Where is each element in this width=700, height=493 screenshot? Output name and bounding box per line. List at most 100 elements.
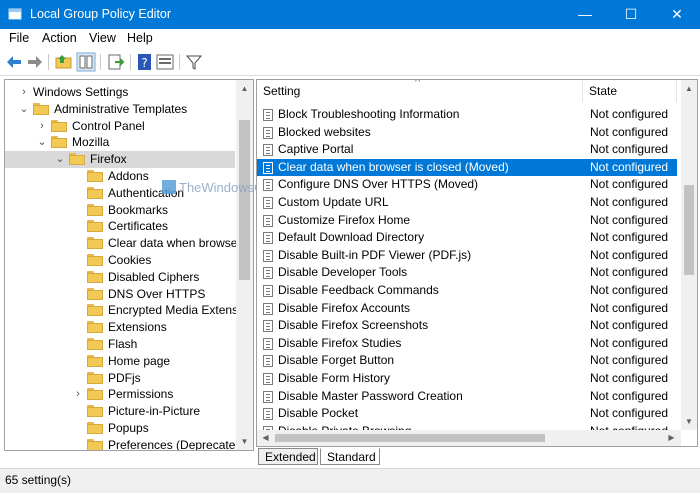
scroll-up-arrow-icon[interactable]: ▲ (236, 80, 253, 97)
tree-item-bookmarks[interactable]: Bookmarks (5, 202, 235, 219)
tree-item-home-page[interactable]: Home page (5, 353, 235, 370)
folder-body (87, 323, 103, 334)
folder-body (87, 172, 103, 182)
export-list-icon[interactable] (106, 52, 126, 72)
menu-file[interactable]: File (9, 31, 29, 45)
table-row[interactable]: Clear data when browser is closed (Moved… (257, 158, 677, 177)
tree-item-control-panel[interactable]: › Control Panel (5, 118, 235, 135)
tree-item-disabled-ciphers[interactable]: Disabled Ciphers (5, 269, 235, 286)
table-row[interactable]: Disable Firefox Studies Not configured (257, 335, 677, 353)
setting-state: Not configured (590, 247, 669, 262)
expand-chevron-icon[interactable]: ⌄ (37, 134, 47, 151)
list-horizontal-scrollbar[interactable]: ◀ ▶ (257, 430, 681, 446)
policy-setting-icon (263, 249, 273, 262)
tree-item-dns-over-https[interactable]: DNS Over HTTPS (5, 286, 235, 303)
table-row[interactable]: Disable Master Password Creation Not conf… (257, 388, 677, 406)
policy-setting-icon (263, 179, 273, 192)
maximize-button[interactable]: ☐ (608, 0, 654, 29)
scroll-down-arrow-icon[interactable]: ▼ (681, 413, 697, 430)
policy-setting-icon (263, 390, 273, 403)
scroll-up-arrow-icon[interactable]: ▲ (681, 80, 697, 97)
properties-icon[interactable] (155, 52, 175, 72)
minimize-button[interactable]: — (562, 0, 608, 29)
up-folder-icon[interactable] (54, 52, 74, 72)
table-row[interactable]: Disable Pocket Not configured (257, 405, 677, 423)
filter-icon[interactable] (184, 52, 204, 72)
menu-action[interactable]: Action (42, 31, 77, 45)
scroll-down-arrow-icon[interactable]: ▼ (236, 433, 253, 450)
title-bar: Local Group Policy Editor — ☐ ✕ (0, 0, 700, 29)
table-row[interactable]: Disable Private Browsing Not configured (257, 423, 677, 430)
tree-item-label: Clear data when browse (108, 236, 238, 251)
table-row[interactable]: Disable Built-in PDF Viewer (PDF.js) Not … (257, 247, 677, 265)
table-row[interactable]: Disable Firefox Screenshots Not configure… (257, 317, 677, 335)
column-header-state[interactable]: State (583, 80, 677, 102)
back-icon[interactable] (4, 52, 24, 72)
tree-item-cookies[interactable]: Cookies (5, 252, 235, 269)
policy-setting-icon (263, 126, 273, 139)
expand-chevron-icon[interactable]: › (19, 84, 29, 101)
table-row[interactable]: Custom Update URL Not configured (257, 194, 677, 212)
tree-item-popups[interactable]: Popups (5, 420, 235, 437)
table-row[interactable]: Configure DNS Over HTTPS (Moved) Not conf… (257, 176, 677, 194)
tree-item-flash[interactable]: Flash (5, 336, 235, 353)
folder-icon (87, 321, 103, 334)
table-row[interactable]: Disable Firefox Accounts Not configured (257, 300, 677, 318)
tree-item-mozilla[interactable]: ⌄ Mozilla (5, 134, 235, 151)
setting-name: Disable Forget Button (278, 353, 395, 368)
show-hide-tree-icon[interactable] (76, 52, 96, 72)
table-row[interactable]: Block Troubleshooting Information Not con… (257, 106, 677, 124)
tab-standard[interactable]: Standard (320, 448, 380, 465)
expand-chevron-icon[interactable]: › (37, 118, 47, 135)
table-row[interactable]: Default Download Directory Not configured (257, 229, 677, 247)
tree-item-administrative-templates[interactable]: ⌄ Administrative Templates (5, 101, 235, 118)
tree-item-encrypted-media-extens[interactable]: Encrypted Media Extens (5, 302, 238, 319)
tree-item-extensions[interactable]: Extensions (5, 319, 235, 336)
list-vertical-scrollbar[interactable]: ▲ ▼ (681, 80, 697, 430)
list-scroll-thumb[interactable] (684, 185, 694, 275)
table-row[interactable]: Blocked websites Not configured (257, 124, 677, 142)
table-row[interactable]: Disable Feedback Commands Not configured (257, 282, 677, 300)
folder-icon (51, 119, 67, 132)
close-button[interactable]: ✕ (654, 0, 700, 29)
policy-setting-icon (263, 285, 273, 297)
tree-item-picture-in-picture[interactable]: Picture-in-Picture (5, 403, 235, 420)
table-row[interactable]: Customize Firefox Home Not configured (257, 212, 677, 230)
table-row[interactable]: Disable Forget Button Not configured (257, 352, 677, 370)
expand-chevron-icon[interactable]: ⌄ (55, 151, 65, 168)
tree-item-windows-settings[interactable]: › Windows Settings (5, 84, 235, 101)
tree-item-label: PDFjs (108, 370, 141, 385)
help-icon[interactable]: ? (135, 52, 155, 72)
sort-indicator-icon: ^ (415, 79, 421, 88)
tree-item-pdfjs[interactable]: PDFjs (5, 370, 235, 387)
tab-extended[interactable]: Extended (258, 448, 318, 465)
menu-view[interactable]: View (89, 31, 116, 45)
tree-item-label: Mozilla (72, 135, 110, 150)
setting-state: Not configured (590, 159, 669, 174)
tree-item-firefox[interactable]: ⌄ Firefox (5, 151, 235, 169)
scroll-left-arrow-icon[interactable]: ◀ (257, 430, 274, 446)
scroll-right-arrow-icon[interactable]: ▶ (663, 430, 680, 446)
folder-icon (87, 254, 103, 266)
expand-chevron-icon[interactable]: ⌄ (19, 101, 29, 118)
tree-item-preferences-deprecated[interactable]: Preferences (Deprecated (5, 437, 242, 450)
tree-item-certificates[interactable]: Certificates (5, 218, 235, 235)
tree-scroll-thumb[interactable] (239, 120, 250, 280)
table-row[interactable]: Disable Developer Tools Not configured (257, 264, 677, 282)
table-row[interactable]: Disable Form History Not configured (257, 370, 677, 388)
list-hscroll-thumb[interactable] (275, 434, 545, 442)
menu-help[interactable]: Help (127, 31, 153, 45)
setting-name: Disable Built-in PDF Viewer (PDF.js) (278, 247, 472, 262)
tree-item-permissions[interactable]: › Permissions (5, 386, 235, 403)
folder-icon (87, 388, 103, 401)
table-row[interactable]: Captive Portal Not configured (257, 141, 677, 159)
tree-item-clear-data-when-browse[interactable]: Clear data when browse (5, 235, 238, 252)
expand-chevron-icon[interactable]: › (73, 386, 83, 403)
folder-icon (87, 170, 103, 182)
forward-icon[interactable] (25, 52, 45, 72)
folder-body (87, 356, 103, 367)
tree-vertical-scrollbar[interactable]: ▲ ▼ (236, 80, 253, 450)
